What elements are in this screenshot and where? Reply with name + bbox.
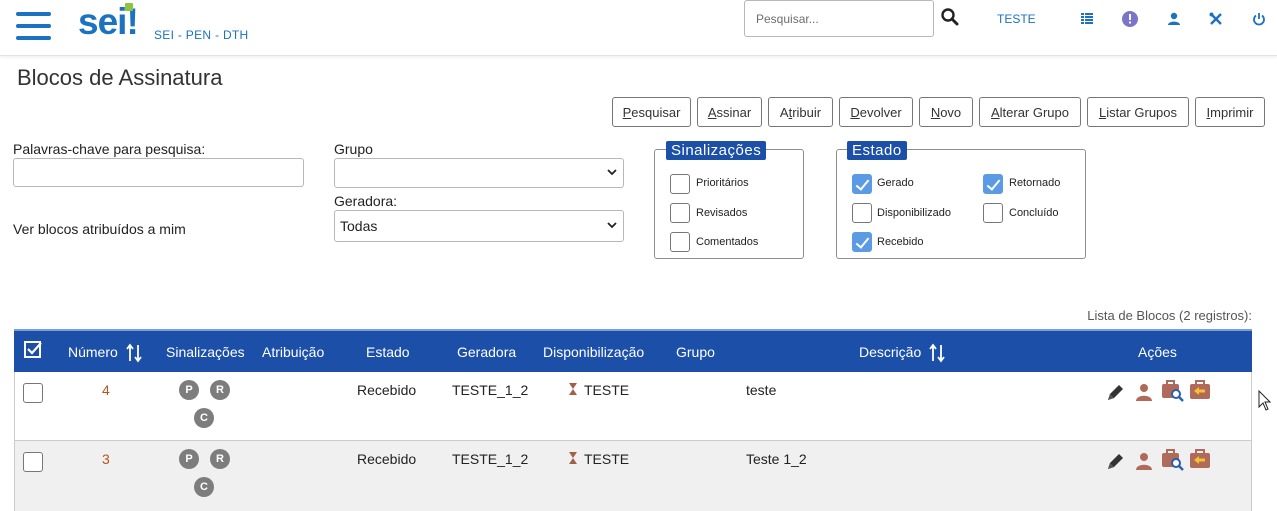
user-name[interactable]: TESTE [997, 12, 1036, 26]
grid-icon[interactable] [1076, 9, 1098, 29]
badge-prioritario[interactable]: P [179, 449, 199, 469]
checkbox-label: Revisados [696, 207, 748, 219]
view-documents-icon[interactable] [1161, 449, 1184, 471]
column-disponibilizacao: Disponibilização [543, 344, 645, 360]
column-acoes: Ações [1138, 344, 1177, 360]
chevron-down-icon [607, 169, 617, 176]
checkbox-label: Prioritários [696, 177, 749, 189]
column-numero[interactable]: Número [68, 344, 118, 360]
checkbox-label: Retornado [1009, 177, 1061, 189]
page-title: Blocos de Assinatura [17, 65, 223, 90]
keywords-input[interactable] [13, 158, 304, 187]
checkbox-retornado[interactable] [983, 174, 1003, 194]
column-sinalizacoes: Sinalizações [166, 344, 245, 360]
print-button[interactable]: Imprimir [1195, 97, 1265, 127]
badge-prioritario[interactable]: P [179, 380, 199, 400]
table-header: Número Sinalizações Atribuição Estado Ge… [14, 329, 1252, 372]
cell-geradora: TESTE_1_2 [452, 382, 529, 398]
checkbox-comentados[interactable] [670, 232, 690, 252]
checkbox-label: Concluído [1009, 207, 1059, 219]
checkbox-gerado[interactable] [852, 174, 872, 194]
assigned-to-me-link[interactable]: Ver blocos atribuídos a mim [13, 221, 186, 237]
checkbox-label: Recebido [877, 236, 924, 248]
menu-icon[interactable] [16, 11, 52, 41]
hourglass-icon [568, 451, 578, 470]
sign-button[interactable]: Assinar [697, 97, 762, 127]
assign-user-icon[interactable] [1133, 381, 1155, 403]
view-documents-icon[interactable] [1161, 380, 1184, 402]
checkbox-disponibilizado[interactable] [852, 203, 872, 223]
cell-geradora: TESTE_1_2 [452, 451, 529, 467]
return-block-icon[interactable] [1189, 449, 1211, 471]
row-checkbox[interactable] [23, 383, 43, 403]
badge-revisado[interactable]: R [210, 380, 230, 400]
power-icon[interactable] [1248, 9, 1270, 29]
cell-estado: Recebido [357, 382, 417, 398]
return-block-icon[interactable] [1189, 380, 1211, 402]
generator-select[interactable]: Todas [334, 210, 624, 242]
sort-icon[interactable] [928, 343, 946, 368]
cell-descricao: teste [746, 382, 777, 398]
hourglass-icon [568, 382, 578, 401]
generator-select-value: Todas [340, 218, 378, 234]
chevron-down-icon [607, 222, 617, 229]
checkbox-recebido[interactable] [852, 232, 872, 252]
signals-legend: Sinalizações [666, 141, 767, 160]
return-button[interactable]: Devolver [839, 97, 913, 127]
notification-icon[interactable] [1119, 9, 1141, 29]
checkbox-label: Gerado [877, 177, 914, 189]
block-number-link[interactable]: 4 [102, 382, 110, 398]
cell-disponibilizacao: TESTE [584, 382, 630, 398]
cell-estado: Recebido [357, 451, 417, 467]
group-label: Grupo [334, 141, 373, 157]
sign-icon[interactable] [1105, 450, 1127, 472]
group-select[interactable] [334, 158, 624, 188]
sign-icon[interactable] [1105, 381, 1127, 403]
search-input[interactable] [744, 0, 934, 37]
top-bar: sei! SEI - PEN - DTH TESTE [0, 0, 1277, 56]
keywords-label: Palavras-chave para pesquisa: [13, 141, 206, 157]
block-number-link[interactable]: 3 [102, 451, 110, 467]
table-row: 4 P R C Recebido TESTE_1_2 TESTE teste [14, 372, 1252, 441]
column-geradora: Geradora [457, 344, 517, 360]
checkbox-label: Disponibilizado [877, 207, 951, 219]
column-estado: Estado [366, 344, 410, 360]
checkbox-revisados[interactable] [670, 203, 690, 223]
checkbox-concluido[interactable] [983, 203, 1003, 223]
change-group-button[interactable]: Alterar Grupo [979, 97, 1081, 127]
generator-label: Geradora: [334, 193, 398, 209]
search-button[interactable]: Pesquisar [612, 97, 691, 127]
cell-descricao: Teste 1_2 [746, 451, 807, 467]
column-descricao[interactable]: Descrição [859, 344, 921, 360]
sort-icon[interactable] [125, 343, 143, 368]
table-caption: Lista de Blocos (2 registros): [1087, 308, 1252, 323]
new-button[interactable]: Novo [919, 97, 973, 127]
select-all-icon[interactable] [24, 341, 42, 364]
assign-user-icon[interactable] [1133, 450, 1155, 472]
column-atribuicao: Atribuição [262, 344, 325, 360]
table-row: 3 P R C Recebido TESTE_1_2 TESTE Teste 1… [14, 441, 1252, 511]
state-fieldset [836, 149, 1086, 259]
user-icon[interactable] [1163, 9, 1185, 29]
cell-disponibilizacao: TESTE [584, 451, 630, 467]
checkbox-label: Comentados [696, 236, 759, 248]
logo-dot [125, 3, 133, 11]
assign-button[interactable]: At ribuir [768, 97, 833, 127]
badge-revisado[interactable]: R [210, 449, 230, 469]
row-checkbox[interactable] [23, 452, 43, 472]
tools-icon[interactable] [1205, 9, 1227, 29]
column-grupo: Grupo [676, 344, 715, 360]
organization-label: SEI - PEN - DTH [154, 28, 249, 42]
badge-comentado[interactable]: C [194, 408, 214, 428]
list-groups-button[interactable]: Listar Grupos [1087, 97, 1189, 127]
mouse-cursor-icon [1258, 389, 1272, 417]
state-legend: Estado [847, 141, 907, 160]
badge-comentado[interactable]: C [194, 477, 214, 497]
search-icon[interactable] [939, 7, 961, 27]
checkbox-prioritarios[interactable] [670, 174, 690, 194]
